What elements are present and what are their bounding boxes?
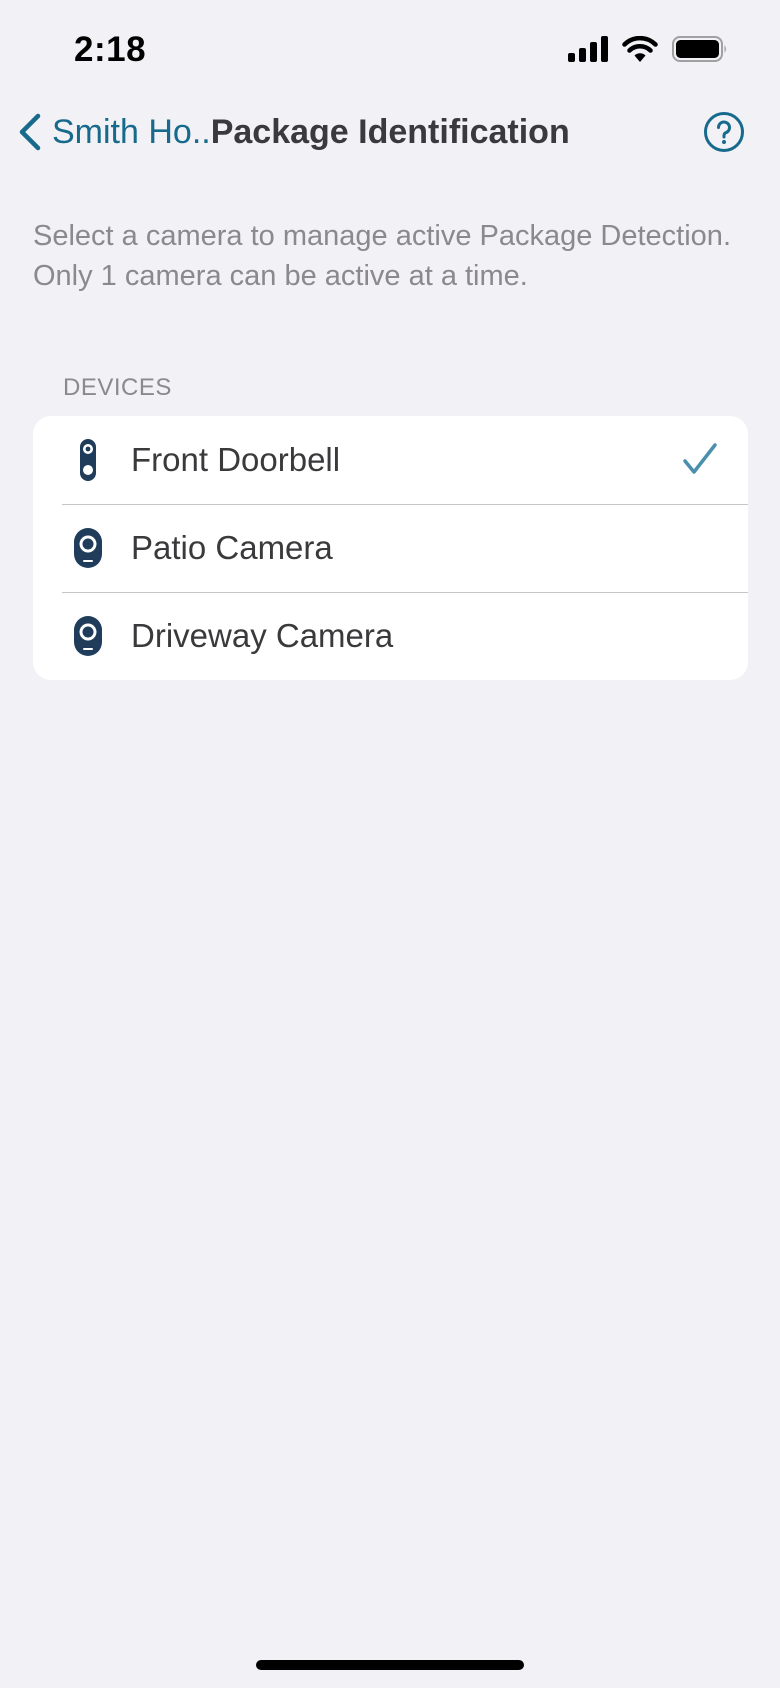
status-time: 2:18 (74, 30, 147, 69)
device-row-driveway-camera[interactable]: Driveway Camera (33, 592, 748, 680)
nav-bar: Smith Ho.. Package Identification (0, 100, 780, 164)
wifi-icon (622, 36, 658, 62)
device-label: Driveway Camera (131, 617, 394, 654)
device-label: Front Doorbell (131, 441, 341, 478)
screen: 2:18 Smith Ho.. Package Identification S… (0, 0, 780, 1688)
camera-icon (74, 616, 102, 656)
back-button[interactable]: Smith Ho.. Package Identification (16, 110, 570, 154)
doorbell-icon (80, 439, 96, 481)
camera-icon (74, 528, 102, 568)
status-bar: 2:18 (0, 0, 780, 100)
device-row-front-doorbell[interactable]: Front Doorbell (33, 416, 748, 504)
description-text: Select a camera to manage active Package… (33, 220, 731, 292)
device-row-patio-camera[interactable]: Patio Camera (33, 504, 748, 592)
home-indicator[interactable] (256, 1660, 524, 1670)
status-icons (568, 36, 728, 62)
back-label: Smith Ho.. (52, 112, 211, 151)
device-list: Front Doorbell Patio Camera Driveway Cam… (33, 416, 748, 680)
battery-icon (672, 36, 726, 62)
chevron-left-icon (19, 113, 41, 151)
question-circle-icon[interactable] (703, 111, 745, 153)
signal-icon (568, 36, 608, 62)
section-header-devices: DEVICES (63, 374, 172, 401)
page-title: Package Identification (210, 112, 570, 151)
checkmark-icon (683, 443, 717, 474)
device-label: Patio Camera (131, 529, 333, 566)
